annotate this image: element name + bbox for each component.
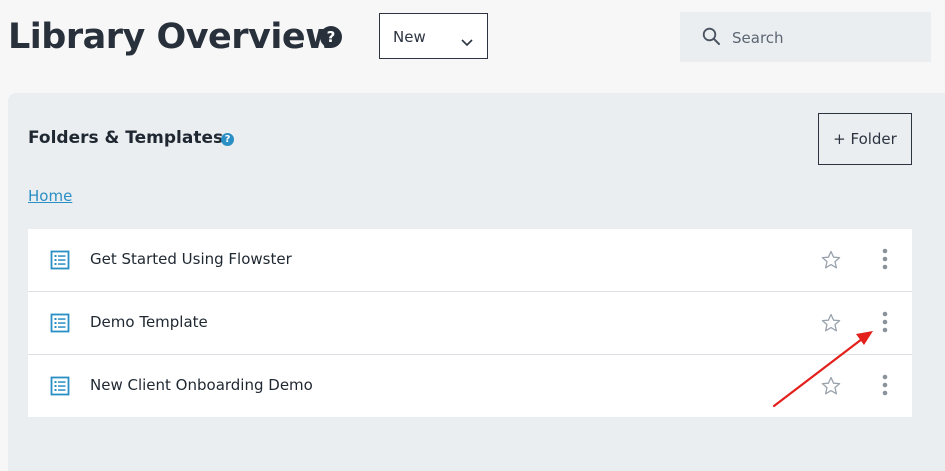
search-box[interactable]	[680, 12, 931, 62]
list-item-label: Get Started Using Flowster	[90, 250, 292, 268]
more-options-icon[interactable]	[881, 311, 889, 337]
star-icon[interactable]	[821, 313, 841, 337]
document-list-icon	[50, 376, 70, 400]
breadcrumb-home[interactable]: Home	[28, 187, 72, 205]
page-header: Library Overview ? New	[0, 0, 945, 93]
list-item-label: Demo Template	[90, 313, 208, 331]
page-title: Library Overview	[8, 17, 337, 57]
document-list-icon	[50, 250, 70, 274]
more-options-icon[interactable]	[881, 248, 889, 274]
new-dropdown-value: New	[393, 28, 426, 46]
list-item[interactable]: New Client Onboarding Demo	[28, 355, 912, 417]
star-icon[interactable]	[821, 376, 841, 400]
document-list-icon	[50, 313, 70, 337]
help-icon[interactable]: ?	[221, 133, 234, 146]
chevron-down-icon	[461, 32, 473, 51]
panel-title: Folders & Templates	[28, 128, 224, 148]
add-folder-button[interactable]: + Folder	[818, 113, 912, 165]
new-dropdown[interactable]: New	[379, 13, 488, 59]
more-options-icon[interactable]	[881, 374, 889, 400]
search-input[interactable]	[730, 26, 914, 50]
folders-templates-panel: Folders & Templates ? + Folder Home Get …	[8, 93, 945, 471]
template-list: Get Started Using Flowster Demo Template…	[28, 229, 912, 417]
search-icon	[702, 27, 721, 50]
list-item[interactable]: Get Started Using Flowster	[28, 229, 912, 292]
help-icon[interactable]: ?	[320, 26, 342, 48]
star-icon[interactable]	[821, 250, 841, 274]
list-item-label: New Client Onboarding Demo	[90, 376, 313, 394]
list-item[interactable]: Demo Template	[28, 292, 912, 355]
